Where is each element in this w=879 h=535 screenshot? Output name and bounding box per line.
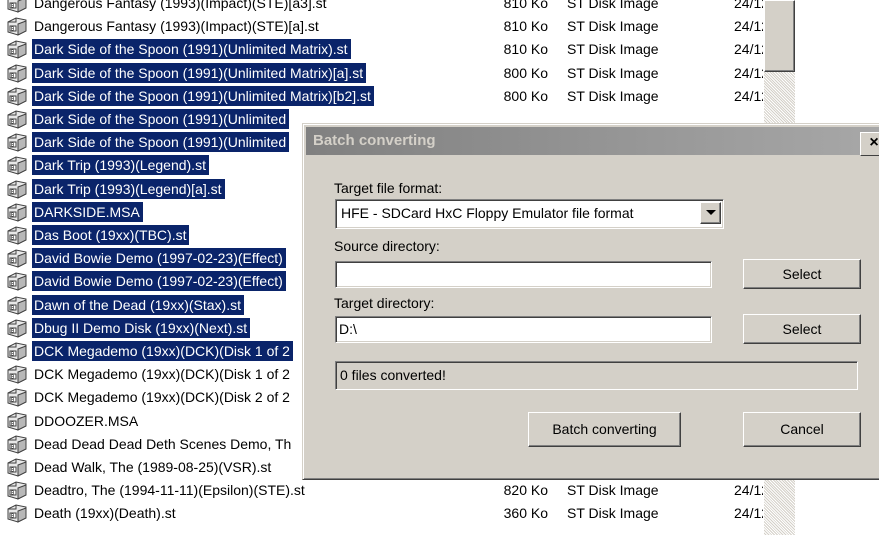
floppy-file-icon: B	[6, 458, 28, 477]
file-name: Dark Side of the Spoon (1991)(Unlimited …	[32, 39, 351, 60]
file-date: 24/12	[734, 18, 763, 35]
file-size: 800 Ko	[503, 64, 548, 81]
file-size: 810 Ko	[503, 41, 548, 58]
cancel-label: Cancel	[780, 421, 824, 437]
file-name: DCK Megademo (19xx)(DCK)(Disk 2 of 2	[34, 389, 290, 406]
file-row[interactable]: B Dark Side of the Spoon (1991)(Unlimited…	[0, 85, 879, 107]
floppy-file-icon: B	[6, 319, 28, 338]
file-type: ST Disk Image	[567, 0, 659, 11]
floppy-file-icon: B	[6, 40, 28, 60]
file-name: Dead Dead Dead Deth Scenes Demo, Th	[34, 435, 292, 452]
file-row[interactable]: B Deadtro, The (1994-11-11)(Epsilon)(STE)…	[0, 479, 879, 501]
source-select-button[interactable]: Select	[743, 259, 861, 289]
file-name: Dangerous Fantasy (1993)(Impact)(STE)[a]…	[34, 18, 319, 35]
floppy-file-icon: B	[6, 156, 28, 176]
floppy-file-icon: B	[6, 272, 28, 292]
floppy-file-icon: B	[6, 342, 28, 361]
file-name: David Bowie Demo (1997-02-23)(Effect)	[32, 248, 286, 269]
close-button[interactable]: ×	[860, 132, 879, 156]
file-size: 810 Ko	[503, 18, 548, 35]
floppy-file-icon: B	[6, 87, 28, 106]
floppy-file-icon: B	[6, 435, 28, 454]
floppy-file-icon: B	[6, 64, 28, 83]
file-name: Dead Walk, The (1989-08-25)(VSR).st	[34, 459, 272, 475]
floppy-file-icon: B	[6, 180, 28, 199]
floppy-file-icon: B	[6, 296, 28, 315]
file-date: 24/12	[734, 41, 763, 58]
source-directory-label: Source directory:	[334, 238, 440, 254]
file-date: 24/12	[734, 505, 763, 522]
batch-converting-dialog: Batch converting × Target file format: H…	[302, 123, 879, 480]
file-name: DDOOZER.MSA	[34, 412, 139, 429]
file-size: 820 Ko	[503, 482, 548, 499]
batch-converting-label: Batch converting	[552, 421, 657, 437]
target-directory-input[interactable]: D:\	[335, 316, 712, 343]
file-name: Dark Side of the Spoon (1991)(Unlimited	[32, 109, 290, 129]
file-name: Dark Side of the Spoon (1991)(Unlimited …	[32, 85, 374, 106]
floppy-file-icon: B	[6, 249, 28, 268]
floppy-file-icon: B	[6, 133, 28, 152]
target-directory-label: Target directory:	[334, 295, 435, 311]
source-directory-input[interactable]	[335, 261, 712, 288]
file-type: ST Disk Image	[567, 87, 659, 104]
file-type: ST Disk Image	[567, 482, 659, 499]
target-select-label: Select	[782, 321, 822, 337]
floppy-file-icon: B	[6, 226, 28, 245]
floppy-file-icon: B	[6, 365, 28, 384]
file-name: DCK Megademo (19xx)(DCK)(Disk 1 of 2	[34, 366, 290, 383]
floppy-file-icon: B	[6, 504, 28, 524]
scrollbar-thumb[interactable]	[764, 0, 795, 72]
target-select-button[interactable]: Select	[743, 314, 861, 344]
file-row[interactable]: B Dark Side of the Spoon (1991)(Unlimited…	[0, 62, 879, 84]
file-name: DCK Megademo (19xx)(DCK)(Disk 1 of 2	[32, 341, 293, 361]
status-field: 0 files converted!	[335, 361, 858, 390]
file-row[interactable]: B Dark Side of the Spoon (1991)(Unlimited…	[0, 38, 879, 60]
file-name: Dangerous Fantasy (1993)(Impact)(STE)[a3…	[34, 0, 327, 11]
file-size: 810 Ko	[503, 0, 548, 11]
batch-converting-button[interactable]: Batch converting	[528, 412, 681, 447]
floppy-file-icon: B	[6, 110, 28, 129]
file-date: 24/12	[734, 64, 763, 81]
target-format-value: HFE - SDCard HxC Floppy Emulator file fo…	[341, 205, 634, 221]
file-type: ST Disk Image	[567, 64, 659, 81]
file-name: Dbug II Demo Disk (19xx)(Next).st	[32, 317, 251, 338]
status-text: 0 files converted!	[340, 367, 446, 383]
source-select-label: Select	[782, 266, 822, 282]
floppy-file-icon: B	[6, 203, 28, 222]
target-format-label: Target file format:	[334, 180, 443, 196]
file-date: 24/12	[734, 0, 763, 11]
file-size: 360 Ko	[503, 505, 548, 522]
close-icon: ×	[869, 134, 879, 151]
file-date: 24/12	[734, 482, 763, 499]
file-name: Das Boot (19xx)(TBC).st	[32, 225, 190, 245]
floppy-file-icon: B	[6, 0, 28, 13]
file-name: Dawn of the Dead (19xx)(Stax).st	[32, 294, 244, 315]
file-name: Dark Side of the Spoon (1991)(Unlimited …	[32, 62, 367, 83]
file-name: Deadtro, The (1994-11-11)(Epsilon)(STE).…	[34, 482, 305, 499]
floppy-file-icon: B	[6, 388, 28, 408]
file-name: Death (19xx)(Death).st	[34, 505, 176, 522]
file-row[interactable]: B Dangerous Fantasy (1993)(Impact)(STE)[a…	[0, 0, 879, 14]
file-row[interactable]: B Dangerous Fantasy (1993)(Impact)(STE)[a…	[0, 15, 879, 37]
floppy-file-icon: B	[6, 412, 28, 431]
cancel-button[interactable]: Cancel	[743, 412, 861, 447]
file-name: Dark Trip (1993)(Legend)[a].st	[32, 178, 225, 199]
file-type: ST Disk Image	[567, 18, 659, 35]
target-directory-value: D:\	[339, 321, 357, 337]
file-name: DARKSIDE.MSA	[32, 201, 143, 222]
file-name: David Bowie Demo (1997-02-23)(Effect)	[32, 271, 286, 292]
floppy-file-icon: B	[6, 17, 28, 36]
file-name: Dark Trip (1993)(Legend).st	[32, 155, 209, 176]
file-date: 24/12	[734, 87, 763, 104]
file-size: 800 Ko	[503, 87, 548, 104]
file-name: Dark Side of the Spoon (1991)(Unlimited	[32, 132, 290, 153]
chevron-down-icon[interactable]	[700, 202, 721, 224]
file-type: ST Disk Image	[567, 41, 659, 58]
floppy-file-icon: B	[6, 481, 28, 500]
file-row[interactable]: B Death (19xx)(Death).st 360 Ko ST Disk Ima…	[0, 502, 879, 524]
dialog-titlebar[interactable]: Batch converting ×	[306, 127, 879, 156]
file-type: ST Disk Image	[567, 505, 659, 522]
target-format-select[interactable]: HFE - SDCard HxC Floppy Emulator file fo…	[335, 199, 724, 229]
dialog-title: Batch converting	[313, 132, 436, 149]
